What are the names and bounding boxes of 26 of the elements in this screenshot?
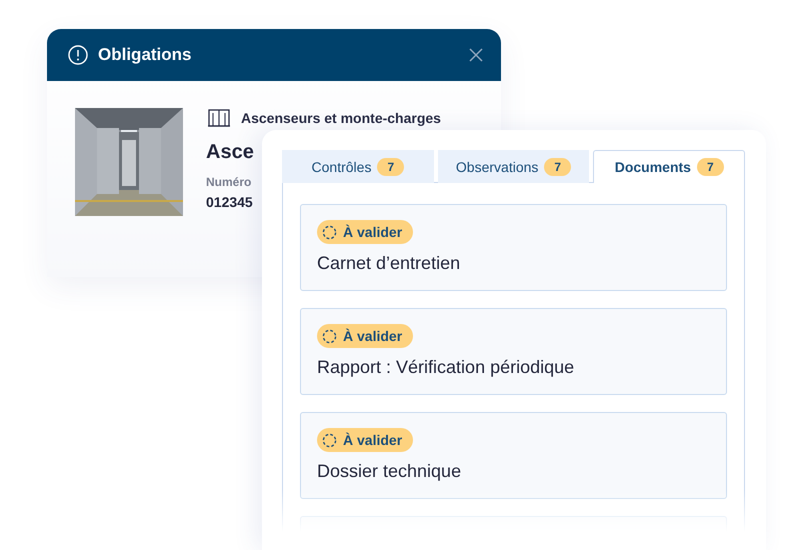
alert-icon xyxy=(68,45,88,65)
category-label: Ascenseurs et monte-charges xyxy=(241,110,441,126)
tab[interactable]: Contrôles 7 xyxy=(282,150,434,183)
document-card[interactable]: À valider Dossier technique xyxy=(300,412,727,499)
count-badge: 7 xyxy=(377,158,404,176)
document-title: Rapport : Vérification périodique xyxy=(317,356,576,378)
document-card[interactable]: À valider Carnet d’entretien xyxy=(300,204,727,291)
count-badge: 7 xyxy=(696,158,724,176)
tab[interactable]: Documents 7 xyxy=(593,150,746,183)
count-badge: 7 xyxy=(544,158,572,176)
dialog-title: Obligations xyxy=(98,45,192,65)
pending-icon xyxy=(322,432,337,448)
equipment-name: Asce xyxy=(206,141,255,164)
status-badge: À valider xyxy=(317,428,414,452)
number-label: Numéro xyxy=(206,175,252,189)
status-badge: À valider xyxy=(317,324,414,348)
pending-icon xyxy=(322,224,337,240)
number-value: 012345 xyxy=(206,194,254,210)
close-icon[interactable] xyxy=(469,48,483,62)
pending-icon xyxy=(322,328,337,344)
tab[interactable]: Observations 7 xyxy=(438,150,590,183)
document-title: Carnet d’entretien xyxy=(317,252,462,274)
status-badge: À valider xyxy=(317,220,414,244)
document-title: Dossier technique xyxy=(317,460,462,482)
elevator-icon xyxy=(208,109,230,127)
document-card[interactable]: À valider Rapport : Vérification périodique xyxy=(300,308,727,395)
